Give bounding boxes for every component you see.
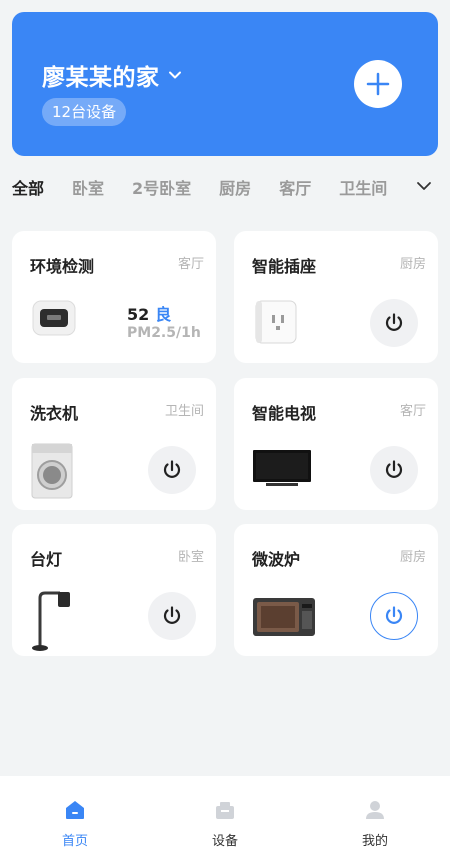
- device-name: 台灯: [30, 550, 63, 569]
- tab-bathroom[interactable]: 卫生间: [339, 175, 387, 199]
- nav-label: 我的: [361, 834, 388, 849]
- device-card-microwave[interactable]: 微波炉 厨房: [234, 524, 438, 656]
- device-room: 厨房: [399, 550, 426, 565]
- power-toggle-button[interactable]: [370, 446, 418, 494]
- power-toggle-button[interactable]: [148, 592, 196, 640]
- power-icon: [385, 460, 403, 478]
- home-title: 廖某某的家: [42, 65, 160, 91]
- device-name: 洗衣机: [30, 404, 79, 423]
- tab-living-room[interactable]: 客厅: [279, 175, 311, 199]
- power-toggle-button[interactable]: [148, 446, 196, 494]
- washing-machine-image: [31, 443, 73, 499]
- pm25-value: 52: [127, 305, 150, 324]
- device-name: 智能插座: [252, 257, 317, 276]
- tv-image: [253, 450, 311, 486]
- tab-bedroom[interactable]: 卧室: [72, 175, 104, 199]
- bottom-nav: 首页 设备 我的: [0, 776, 450, 860]
- nav-devices[interactable]: 设备: [150, 776, 300, 860]
- power-icon: [163, 460, 181, 478]
- power-icon: [385, 606, 403, 624]
- device-card-desk-lamp[interactable]: 台灯 卧室: [12, 524, 216, 656]
- device-room: 客厅: [177, 257, 204, 272]
- desk-lamp-image: [32, 591, 70, 651]
- nav-label: 首页: [61, 834, 88, 849]
- device-count-badge: 12台设备: [42, 98, 127, 126]
- devices-icon: [216, 802, 234, 819]
- device-room: 卫生间: [164, 404, 204, 419]
- device-name: 微波炉: [252, 550, 301, 569]
- nav-label: 设备: [211, 834, 238, 849]
- nav-profile[interactable]: 我的: [300, 776, 450, 860]
- plus-icon: [366, 72, 390, 96]
- power-toggle-button[interactable]: [370, 299, 418, 347]
- chevron-down-icon: [168, 71, 181, 79]
- air-quality-label: 良: [155, 305, 172, 324]
- device-card-smart-plug[interactable]: 智能插座 厨房: [234, 231, 438, 363]
- home-header-card: 廖某某的家 12台设备: [12, 12, 438, 156]
- pm25-metric-label: PM2.5/1h: [127, 325, 201, 341]
- add-device-button[interactable]: [354, 60, 402, 108]
- device-card-washing-machine[interactable]: 洗衣机 卫生间: [12, 378, 216, 510]
- device-room: 客厅: [399, 404, 426, 419]
- smart-plug-image: [255, 300, 297, 344]
- device-name: 智能电视: [252, 404, 317, 423]
- tab-kitchen[interactable]: 厨房: [219, 175, 251, 199]
- home-icon: [66, 801, 84, 819]
- power-toggle-button-on[interactable]: [370, 592, 418, 640]
- air-monitor-image: [32, 300, 76, 336]
- tab-bedroom-2[interactable]: 2号卧室: [132, 175, 191, 199]
- room-tabs: 全部 卧室 2号卧室 厨房 客厅 卫生间: [12, 174, 438, 200]
- user-icon: [366, 801, 384, 819]
- device-name: 环境检测: [30, 257, 95, 276]
- power-icon: [163, 606, 181, 624]
- nav-home[interactable]: 首页: [0, 776, 150, 860]
- device-room: 卧室: [177, 550, 204, 565]
- device-room: 厨房: [399, 257, 426, 272]
- device-card-smart-tv[interactable]: 智能电视 客厅: [234, 378, 438, 510]
- power-icon: [385, 313, 403, 331]
- chevron-down-icon[interactable]: [416, 178, 432, 194]
- device-card-environment-monitor[interactable]: 环境检测 客厅 52 良 PM2.5/1h: [12, 231, 216, 363]
- tab-all[interactable]: 全部: [12, 175, 44, 199]
- microwave-image: [253, 598, 315, 636]
- home-selector[interactable]: 廖某某的家: [42, 58, 182, 92]
- pm25-reading: 52 良: [127, 301, 171, 325]
